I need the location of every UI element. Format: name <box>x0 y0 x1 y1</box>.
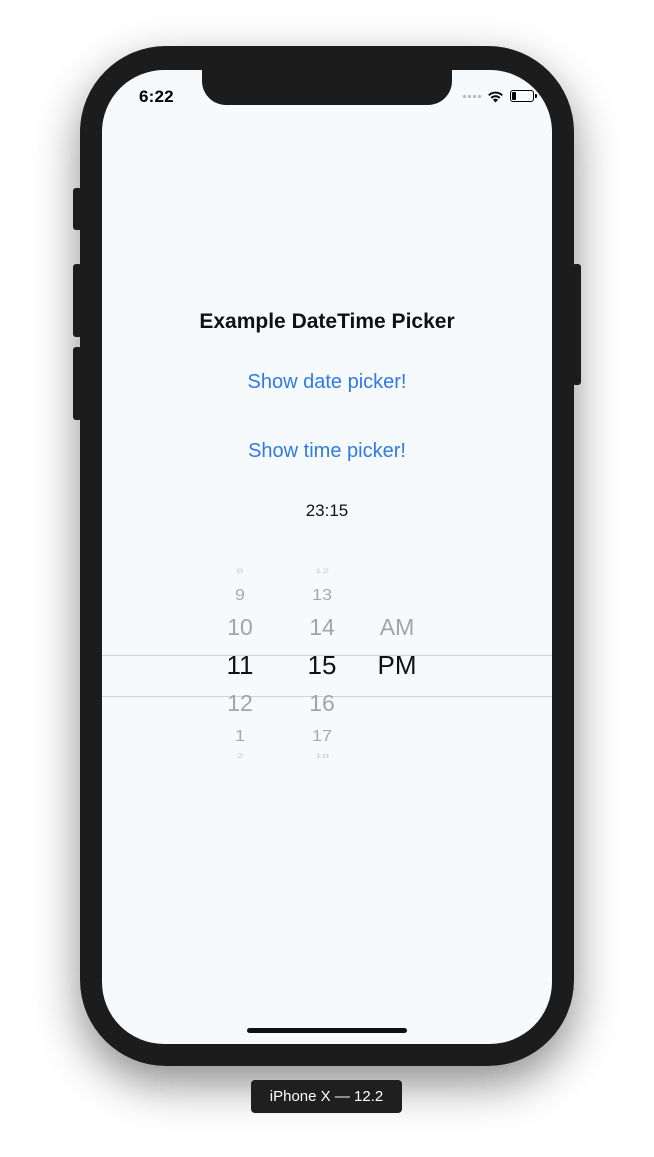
hours-wheel[interactable]: 8 9 10 11 12 1 2 <box>210 564 270 786</box>
home-indicator[interactable] <box>247 1028 407 1033</box>
selected-time-value: 23:15 <box>305 501 349 520</box>
minute-option[interactable]: 15 <box>292 652 352 678</box>
battery-icon <box>510 90 537 102</box>
show-date-picker-button[interactable]: Show date picker! <box>102 371 552 394</box>
hour-option[interactable]: 2 <box>210 752 270 759</box>
period-option[interactable]: AM <box>367 616 427 639</box>
screen: 6:22 Example DateTime Picker Show date p… <box>102 70 552 1044</box>
hour-option[interactable]: 11 <box>210 652 270 678</box>
notch <box>202 70 452 105</box>
page-title: Example DateTime Picker <box>199 310 455 333</box>
status-icons <box>463 88 537 104</box>
ampm-wheel[interactable]: AM PM <box>367 564 427 786</box>
hour-option[interactable]: 12 <box>210 692 270 715</box>
status-time: 6:22 <box>139 87 174 106</box>
device-label: iPhone X — 12.2 <box>251 1080 402 1113</box>
minute-option[interactable]: 17 <box>292 728 352 743</box>
minute-option[interactable]: 14 <box>292 616 352 639</box>
minute-option[interactable]: 13 <box>292 587 352 602</box>
wifi-icon <box>488 91 503 102</box>
minute-option[interactable]: 18 <box>292 752 352 759</box>
minute-option[interactable]: 16 <box>292 692 352 715</box>
minute-option[interactable]: 12 <box>292 567 352 574</box>
hour-option[interactable]: 10 <box>210 616 270 639</box>
signal-icon <box>463 94 481 98</box>
period-option[interactable]: PM <box>367 652 427 678</box>
hour-option[interactable]: 9 <box>210 587 270 602</box>
hour-option[interactable]: 8 <box>210 567 270 574</box>
minutes-wheel[interactable]: 12 13 14 15 16 17 18 <box>292 564 352 786</box>
show-time-picker-button[interactable]: Show time picker! <box>102 440 552 463</box>
time-picker[interactable]: 8 9 10 11 12 1 2 12 13 14 15 16 17 18 AM PM <box>102 564 552 786</box>
hour-option[interactable]: 1 <box>210 728 270 743</box>
